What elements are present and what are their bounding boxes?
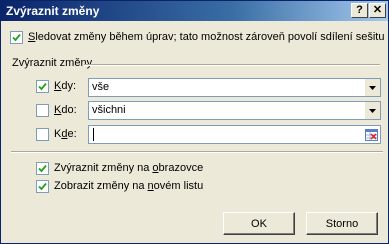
checkmark-icon (12, 33, 21, 42)
checkmark-icon (38, 182, 47, 191)
who-dropdown[interactable]: všichni (88, 101, 381, 120)
text-caret (93, 128, 94, 141)
track-changes-checkbox[interactable] (10, 31, 23, 44)
help-button[interactable]: ? (351, 3, 368, 18)
window-title: Zvýraznit změny (6, 4, 100, 18)
close-button[interactable]: ✕ (369, 3, 386, 18)
cancel-button[interactable]: Storno (306, 212, 378, 235)
where-range-field[interactable] (88, 125, 381, 144)
when-checkbox[interactable] (36, 80, 49, 93)
title-bar[interactable]: Zvýraznit změny ? ✕ (1, 1, 388, 21)
when-value: vše (92, 81, 110, 93)
separator (11, 151, 383, 153)
where-label[interactable]: Kde: (54, 128, 77, 140)
who-checkbox[interactable] (36, 104, 49, 117)
who-label-rest: do: (61, 104, 77, 116)
list-on-new-sheet-label[interactable]: Zobrazit změny na novém listu (54, 180, 203, 192)
track-changes-label[interactable]: Sledovat změny během úprav; tato možnost… (28, 31, 384, 43)
who-dropdown-arrow[interactable] (364, 102, 380, 119)
who-label[interactable]: Kdo: (54, 104, 77, 116)
where-label-rest: e: (67, 128, 77, 140)
chevron-down-icon (369, 85, 376, 90)
cancel-button-label: Storno (325, 217, 359, 230)
who-value: všichni (92, 104, 126, 116)
track-changes-label-rest: ledovat změny během úprav; tato možnost … (35, 31, 385, 43)
list-on-new-sheet-checkbox[interactable] (36, 180, 49, 193)
checkmark-icon (38, 164, 47, 173)
group-divider (84, 64, 380, 66)
group-title: Zvýraznit změny (12, 57, 93, 69)
collapse-dialog-icon (364, 128, 378, 141)
range-picker-button[interactable] (363, 127, 379, 142)
when-label[interactable]: Kdy: (54, 80, 76, 92)
when-dropdown-arrow[interactable] (364, 79, 380, 96)
when-label-rest: dy: (61, 80, 77, 92)
highlight-on-screen-checkbox[interactable] (36, 162, 49, 175)
list-on-new-sheet-prefix: Zobrazit změny na (54, 180, 148, 192)
checkmark-icon (38, 82, 47, 91)
where-checkbox[interactable] (36, 128, 49, 141)
chevron-down-icon (369, 108, 376, 113)
ok-button-label: OK (251, 217, 267, 230)
ok-button[interactable]: OK (223, 212, 295, 235)
when-dropdown[interactable]: vše (88, 78, 381, 97)
highlight-changes-dialog: Zvýraznit změny ? ✕ Sledovat změny během… (0, 0, 389, 244)
close-icon: ✕ (372, 4, 383, 16)
highlight-on-screen-prefix: Zvýraznit změny na (54, 162, 153, 174)
highlight-on-screen-label[interactable]: Zvýraznit změny na obrazovce (54, 162, 203, 174)
highlight-on-screen-rest: brazovce (158, 162, 204, 174)
help-icon: ? (356, 4, 363, 16)
list-on-new-sheet-rest: ovém listu (153, 180, 204, 192)
